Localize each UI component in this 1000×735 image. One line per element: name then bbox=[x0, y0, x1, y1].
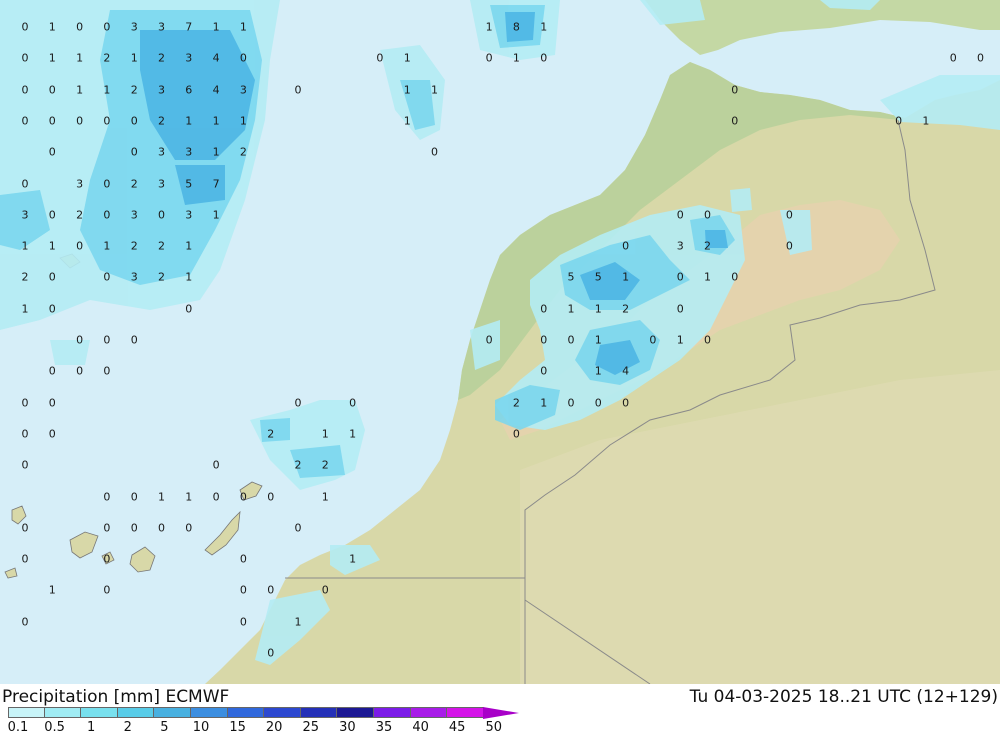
precipitation-map[interactable]: 0100337111810112123400101000001123643011… bbox=[0, 0, 1000, 684]
legend-color-bar bbox=[8, 707, 484, 718]
legend-swatch bbox=[44, 707, 82, 718]
legend-swatch bbox=[300, 707, 338, 718]
forecast-datetime: Tu 04-03-2025 18..21 UTC (12+129) bbox=[689, 687, 998, 707]
legend-swatch bbox=[81, 707, 118, 718]
legend-swatch bbox=[447, 707, 484, 718]
legend-swatch bbox=[117, 707, 155, 718]
map-title: Precipitation [mm] ECMWF bbox=[2, 687, 230, 707]
legend-swatch bbox=[373, 707, 411, 718]
map-footer: Precipitation [mm] ECMWF Tu 04-03-2025 1… bbox=[0, 684, 1000, 735]
legend-swatch bbox=[8, 707, 45, 718]
legend-swatch bbox=[227, 707, 265, 718]
legend-tick-labels: 0.1 0.5 1 2 5 10 15 20 25 30 35 40 45 50 bbox=[0, 720, 560, 735]
legend-swatch bbox=[190, 707, 228, 718]
map-canvas bbox=[0, 0, 1000, 684]
legend-swatch bbox=[154, 707, 191, 718]
legend-swatch bbox=[337, 707, 374, 718]
legend-swatch bbox=[264, 707, 301, 718]
legend-swatch bbox=[410, 707, 448, 718]
legend-overflow-arrow bbox=[483, 707, 519, 719]
